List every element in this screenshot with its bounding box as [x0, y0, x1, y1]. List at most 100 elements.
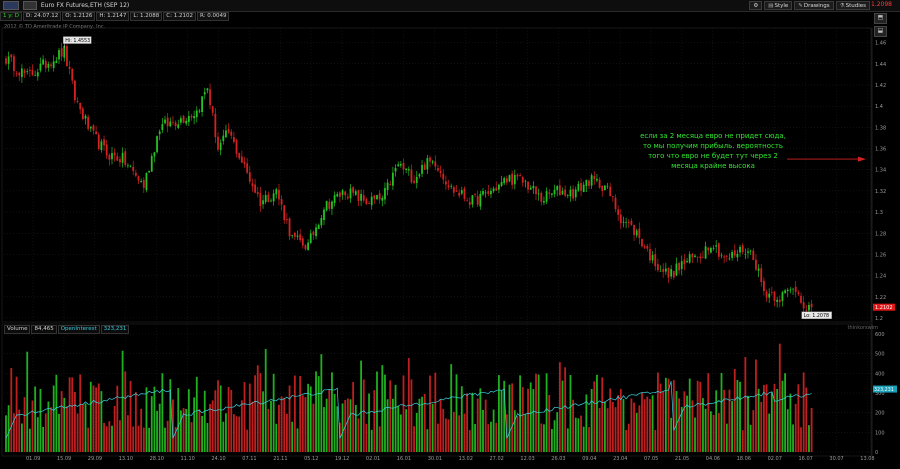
collapse-icon[interactable]: ⬓ — [874, 26, 887, 37]
volume-bar — [137, 425, 140, 452]
candle-body — [233, 137, 235, 142]
candle-body — [527, 181, 529, 190]
candle-body — [174, 122, 177, 127]
time-tick-label: 30.07 — [829, 456, 843, 462]
candle — [354, 189, 357, 196]
candle-body — [413, 180, 415, 183]
volume-tick-label: 300 — [875, 391, 885, 397]
volume-bar — [641, 392, 643, 452]
candle — [121, 147, 124, 168]
candle-body — [556, 185, 559, 191]
volume-bar — [646, 396, 649, 452]
price-tick-label: 1.32 — [875, 189, 886, 195]
candle — [524, 179, 527, 188]
volume-bar — [238, 416, 241, 452]
volume-bar — [702, 398, 704, 452]
symbol-selector[interactable]: Euro FX Futures,ETH (SEP 12) — [3, 1, 129, 10]
volume-bar — [349, 399, 352, 452]
candle-body — [262, 200, 264, 205]
expand-icon[interactable]: ⬒ — [874, 13, 887, 24]
volume-bar — [611, 401, 614, 452]
volume-bar — [259, 373, 262, 452]
candle — [529, 185, 532, 190]
volume-bar — [452, 411, 455, 452]
volume-bar — [763, 384, 765, 452]
chart-annotation[interactable]: если за 2 месяца евро не придет сюда, то… — [638, 131, 788, 171]
volume-bar — [15, 376, 18, 452]
volume-bar — [492, 409, 495, 452]
volume-bar — [606, 408, 609, 452]
candle-body — [13, 56, 15, 72]
candle-body — [283, 205, 286, 221]
candle-body — [240, 156, 243, 163]
candle-body — [18, 72, 21, 76]
timeframe-selector[interactable]: 1 y: D — [0, 12, 22, 21]
candle-body — [182, 116, 185, 123]
candle — [574, 186, 577, 201]
candle — [307, 239, 309, 251]
time-tick-label: 21.11 — [273, 456, 287, 462]
candle-body — [601, 185, 604, 192]
candle-body — [222, 135, 225, 142]
volume-bar — [169, 379, 172, 452]
candle-body — [270, 200, 272, 202]
candle — [466, 197, 468, 202]
candle — [7, 51, 10, 70]
candle — [508, 174, 511, 183]
candle — [74, 79, 76, 104]
candle-body — [442, 173, 445, 180]
volume-bar — [233, 414, 235, 452]
candle — [455, 185, 458, 193]
volume-bar — [373, 390, 376, 452]
volume-bar — [92, 385, 95, 452]
volume-bar — [773, 383, 776, 452]
volume-bar — [662, 391, 665, 452]
candle — [641, 238, 643, 248]
drawings-button[interactable]: ✎Drawings — [794, 1, 834, 10]
candle-body — [606, 185, 609, 187]
volume-bar — [739, 381, 741, 452]
time-tick-label: 28.10 — [150, 456, 164, 462]
candle-body — [625, 222, 627, 223]
volume-bar — [635, 412, 638, 452]
style-button[interactable]: ▤Style — [764, 1, 793, 10]
quote-high: H: 1.2147 — [96, 12, 130, 21]
candle — [659, 265, 662, 272]
link-flag-icon[interactable] — [3, 1, 19, 10]
price-chart[interactable]: 1.46 1.44 1.42 1.4 1.38 1.36 1.34 1.32 1.3 1.28 1.… — [0, 0, 900, 469]
volume-bar — [360, 360, 362, 452]
candle — [723, 254, 726, 264]
candle — [66, 44, 68, 67]
candle — [341, 188, 344, 200]
candle-body — [445, 181, 447, 185]
candle — [60, 42, 63, 62]
candle — [452, 185, 455, 197]
candle — [28, 66, 31, 78]
candle — [293, 231, 296, 241]
candle — [784, 288, 786, 294]
time-tick-label: 11.10 — [181, 456, 195, 462]
candle — [802, 296, 805, 313]
volume-label: Volume — [4, 325, 31, 334]
candle-body — [119, 159, 121, 163]
studies-button[interactable]: ⚗Studies — [835, 1, 870, 10]
settings-icon[interactable]: ⚙ — [749, 1, 763, 10]
symbol-code-box[interactable] — [22, 1, 37, 10]
candle — [71, 67, 74, 85]
candle — [129, 164, 132, 168]
volume-bar — [574, 417, 577, 452]
volume-bar — [58, 413, 60, 452]
volume-bar — [794, 403, 797, 452]
pencil-icon: ✎ — [798, 3, 803, 9]
volume-bar — [577, 418, 580, 452]
volume-bar — [71, 377, 74, 452]
volume-bar — [235, 416, 238, 452]
time-tick-label: 07.11 — [242, 456, 256, 462]
candle — [132, 160, 135, 176]
volume-bar — [100, 391, 103, 452]
volume-bar — [439, 398, 442, 452]
candle-body — [392, 172, 394, 186]
candle-body — [373, 195, 376, 199]
candle-body — [66, 46, 68, 67]
candle-body — [336, 194, 339, 197]
